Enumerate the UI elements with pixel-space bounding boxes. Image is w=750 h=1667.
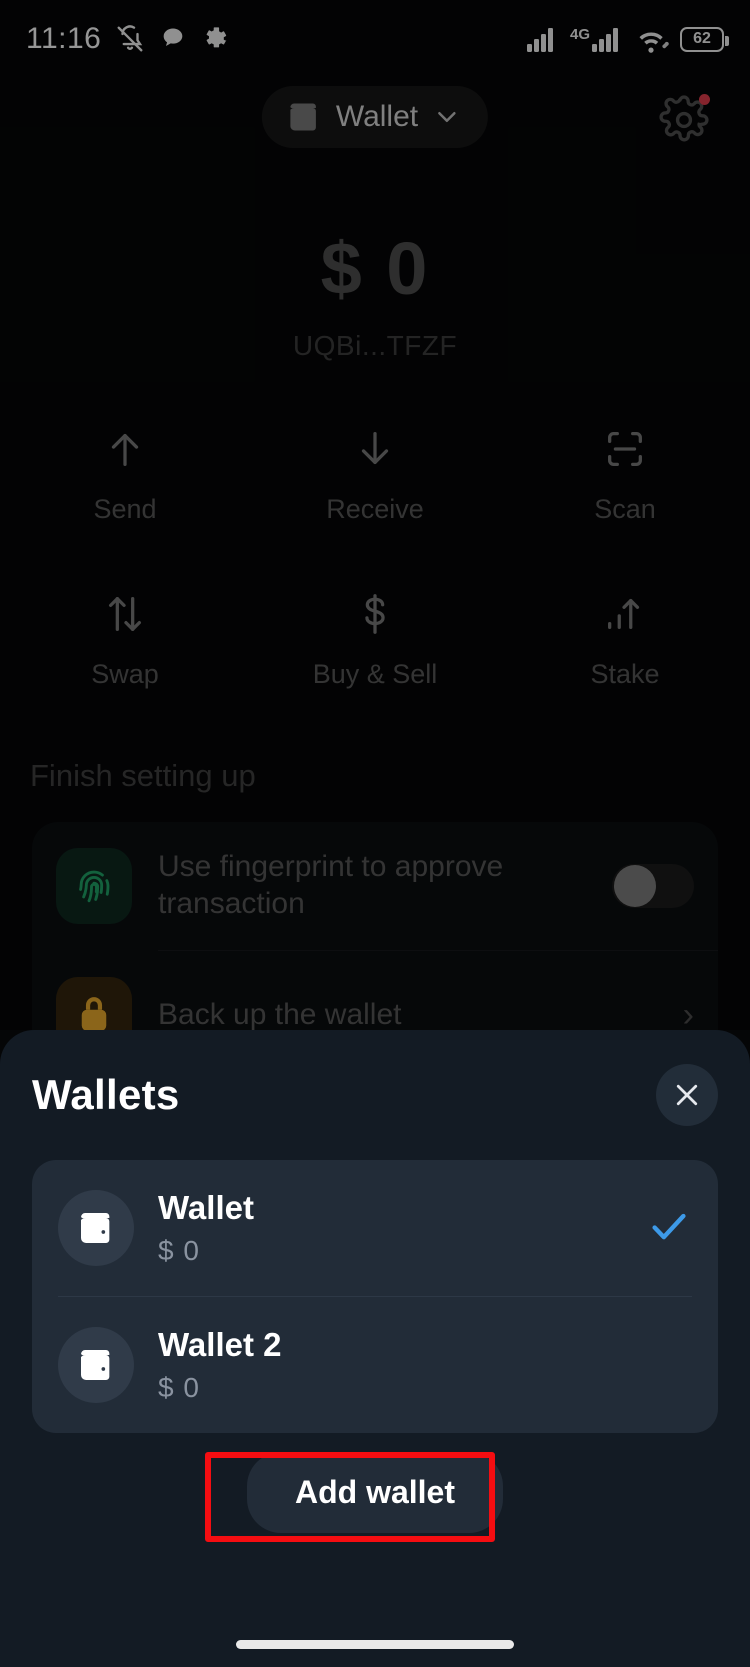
wallet-avatar [58, 1327, 134, 1403]
add-wallet-area: Add wallet [0, 1452, 750, 1533]
wallet-balance: $ 0 [158, 1235, 200, 1266]
wallets-bottom-sheet: Wallets Wallet $ 0 Wallet 2 $ 0 Add wall… [0, 1030, 750, 1667]
sheet-scrim[interactable] [0, 0, 750, 1030]
home-indicator [236, 1640, 514, 1649]
sheet-title: Wallets [32, 1071, 180, 1118]
close-icon [676, 1084, 698, 1106]
wallet-meta: Wallet $ 0 [158, 1189, 622, 1267]
wallet-icon [81, 1213, 110, 1243]
wallet-list-item[interactable]: Wallet $ 0 [32, 1160, 718, 1296]
phone-screen: 11:16 4G 62 Wallet $ 0 UQBi...TFZF Send … [0, 0, 750, 1667]
wallet-list-item[interactable]: Wallet 2 $ 0 [32, 1297, 718, 1433]
add-wallet-button[interactable]: Add wallet [246, 1452, 503, 1533]
wallet-meta: Wallet 2 $ 0 [158, 1326, 692, 1404]
check-icon [646, 1203, 692, 1254]
wallet-avatar [58, 1190, 134, 1266]
wallet-balance: $ 0 [158, 1372, 200, 1403]
wallet-name: Wallet 2 [158, 1326, 282, 1363]
close-button[interactable] [656, 1064, 718, 1126]
wallet-list: Wallet $ 0 Wallet 2 $ 0 [32, 1160, 718, 1433]
wallet-name: Wallet [158, 1189, 254, 1226]
sheet-header: Wallets [0, 1030, 750, 1126]
wallet-icon [81, 1350, 110, 1380]
